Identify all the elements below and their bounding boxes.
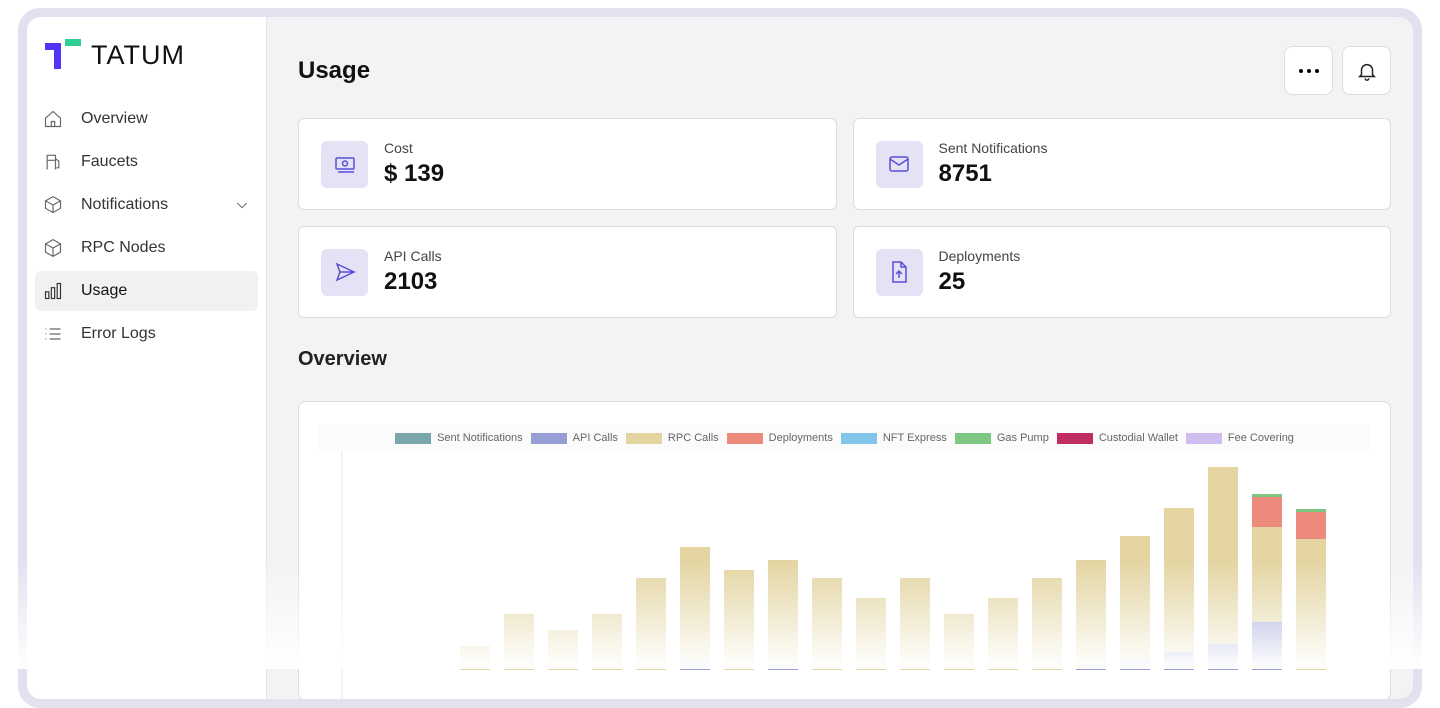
bell-icon: [1357, 63, 1376, 81]
bar-rpc-calls[interactable]: [812, 578, 842, 670]
label: Error Logs: [81, 325, 156, 342]
bar-rpc-calls[interactable]: [724, 570, 754, 670]
notifications-button[interactable]: [1342, 46, 1391, 95]
app-frame: TATUM Overview Faucets Notifications RPC…: [18, 8, 1422, 708]
bar-rpc-calls[interactable]: [1120, 536, 1150, 660]
stat-value: 25: [938, 268, 966, 295]
bar-rpc-calls[interactable]: [900, 578, 930, 670]
send-icon: [335, 262, 356, 282]
bar-rpc-calls[interactable]: [460, 646, 490, 670]
sidebar: TATUM Overview Faucets Notifications RPC…: [27, 17, 267, 699]
chart-plot: [341, 452, 1326, 699]
bar-rpc-calls[interactable]: [768, 560, 798, 664]
sidebar-item-notifications[interactable]: Notifications: [35, 185, 258, 225]
bar-rpc-calls[interactable]: [680, 547, 710, 662]
file-upload-icon: [892, 261, 907, 283]
bar-api-calls[interactable]: [1208, 644, 1238, 670]
stat-label: Deployments: [938, 248, 1021, 264]
bar-rpc-calls[interactable]: [1032, 578, 1062, 670]
bar-gas-pump[interactable]: [1252, 494, 1282, 497]
bar-api-calls[interactable]: [1076, 664, 1106, 670]
sidebar-item-faucets[interactable]: Faucets: [35, 142, 258, 182]
bar-rpc-calls[interactable]: [1252, 527, 1282, 622]
label: RPC Nodes: [81, 239, 166, 256]
stat-card-sent-notifications: Sent Notifications 8751: [852, 118, 1391, 210]
bar-rpc-calls[interactable]: [988, 598, 1018, 670]
cube-icon: [44, 238, 62, 258]
stat-label: API Calls: [384, 248, 442, 264]
bar-chart-icon: [44, 282, 62, 300]
usage-chart: Sent Notifications API Calls RPC Calls Depl…: [298, 401, 1391, 699]
tatum-logo[interactable]: TATUM: [45, 39, 258, 71]
mail-icon: [889, 156, 909, 172]
bar-gas-pump[interactable]: [1296, 509, 1326, 512]
stat-card-api-calls: API Calls 2103: [298, 226, 837, 318]
more-horizontal-icon: [1298, 68, 1319, 73]
page-title: Usage: [298, 57, 371, 84]
home-icon: [44, 110, 62, 128]
stat-card-cost: Cost $ 139: [298, 118, 837, 210]
bar-rpc-calls[interactable]: [636, 578, 666, 670]
bar-rpc-calls[interactable]: [1296, 539, 1326, 670]
stat-value: $ 139: [384, 160, 445, 187]
bar-deployments[interactable]: [1296, 512, 1326, 539]
bar-rpc-calls[interactable]: [1164, 508, 1194, 652]
stat-value: 2103: [384, 268, 438, 295]
bar-api-calls[interactable]: [1164, 652, 1194, 670]
money-icon: [334, 157, 355, 173]
bar-rpc-calls[interactable]: [1208, 467, 1238, 644]
more-options-button[interactable]: [1284, 46, 1333, 95]
label: Notifications: [81, 196, 169, 213]
bar-rpc-calls[interactable]: [944, 614, 974, 670]
stat-value: 8751: [938, 160, 992, 187]
bar-rpc-calls[interactable]: [856, 598, 886, 670]
stat-label: Sent Notifications: [938, 140, 1048, 156]
bar-deployments[interactable]: [1252, 497, 1282, 527]
package-icon: [44, 195, 62, 214]
bar-api-calls[interactable]: [1252, 622, 1282, 670]
fuel-icon: [46, 154, 60, 170]
stat-label: Cost: [384, 140, 413, 156]
label: Faucets: [81, 153, 138, 170]
bar-rpc-calls[interactable]: [1076, 560, 1106, 664]
chevron-down-icon[interactable]: [234, 197, 250, 213]
sidebar-item-rpc-nodes[interactable]: RPC Nodes: [35, 228, 258, 268]
bar-api-calls[interactable]: [768, 664, 798, 670]
main-content: Usage Cost $ 139 Sent Notifications 8751 A…: [267, 17, 1413, 699]
brand-name: TATUM: [91, 39, 185, 70]
label: Overview: [81, 110, 148, 127]
section-title: Overview: [298, 348, 387, 370]
bar-rpc-calls[interactable]: [592, 614, 622, 670]
bar-rpc-calls[interactable]: [504, 614, 534, 670]
label: Usage: [81, 282, 128, 299]
sidebar-item-usage[interactable]: Usage: [35, 271, 258, 311]
stat-card-deployments: Deployments 25: [852, 226, 1391, 318]
sidebar-item-error-logs[interactable]: Error Logs: [35, 314, 258, 354]
bar-rpc-calls[interactable]: [548, 630, 578, 670]
sidebar-item-overview[interactable]: Overview: [35, 99, 258, 139]
list-icon: [45, 328, 61, 340]
